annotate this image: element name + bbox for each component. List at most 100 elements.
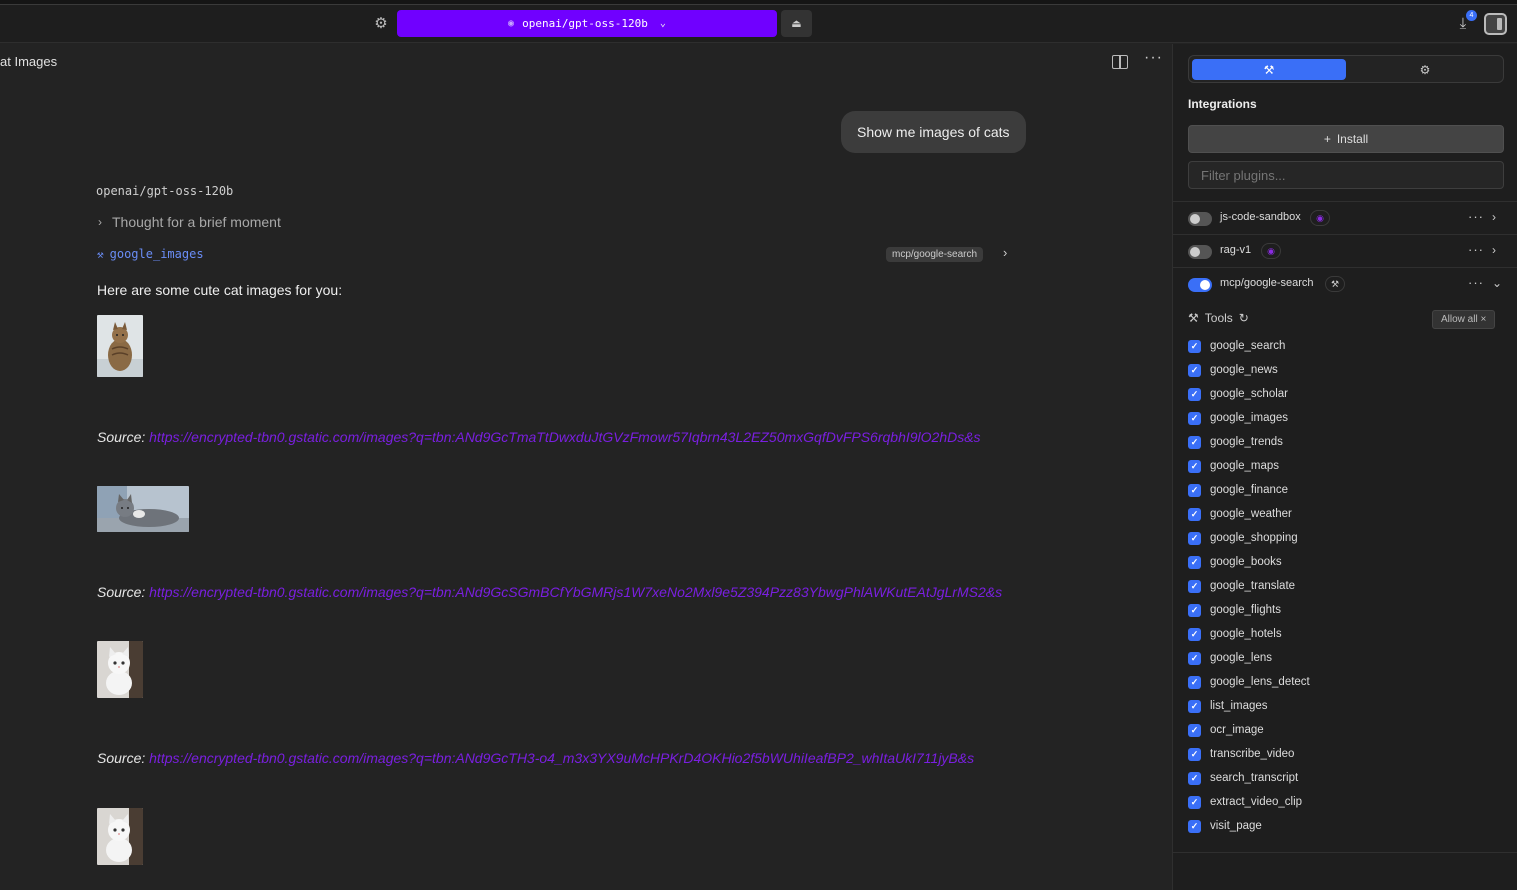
plugin-toggle[interactable] xyxy=(1188,212,1212,226)
tools-label: Tools xyxy=(1204,311,1233,325)
tool-item[interactable]: ✓ ocr_image xyxy=(1188,718,1264,742)
eye-icon: ◉ xyxy=(1310,210,1330,226)
tool-item[interactable]: ✓ google_scholar xyxy=(1188,382,1288,406)
tool-item[interactable]: ✓ google_search xyxy=(1188,334,1285,358)
tool-item[interactable]: ✓ google_books xyxy=(1188,550,1282,574)
user-message: Show me images of cats xyxy=(841,111,1026,153)
tool-item[interactable]: ✓ google_maps xyxy=(1188,454,1279,478)
tool-checkbox[interactable]: ✓ xyxy=(1188,747,1201,761)
tab-settings[interactable]: ⚙ xyxy=(1348,59,1502,80)
source-link[interactable]: https://encrypted-tbn0.gstatic.com/image… xyxy=(149,584,1002,600)
tool-item-label: google_trends xyxy=(1210,436,1283,448)
integrations-sidebar: ⚒ ⚙ Integrations + Install js-code-sandb… xyxy=(1172,44,1517,890)
image-source: Source: https://encrypted-tbn0.gstatic.c… xyxy=(97,425,1017,449)
tool-item[interactable]: ✓ google_hotels xyxy=(1188,622,1282,646)
install-button[interactable]: + Install xyxy=(1188,125,1504,153)
chevron-right-icon[interactable]: › xyxy=(1492,210,1496,224)
tool-item-label: visit_page xyxy=(1210,820,1262,832)
chevron-right-icon[interactable]: › xyxy=(1492,243,1496,257)
tool-checkbox[interactable]: ✓ xyxy=(1188,675,1201,689)
chevron-down-icon[interactable]: ⌄ xyxy=(1492,276,1502,290)
tool-checkbox[interactable]: ✓ xyxy=(1188,531,1201,545)
source-label: Source: xyxy=(97,584,146,600)
eye-icon: ◉ xyxy=(508,18,515,29)
source-link[interactable]: https://encrypted-tbn0.gstatic.com/image… xyxy=(149,429,980,445)
plugin-row[interactable]: mcp/google-search ⚒ ··· ⌄ xyxy=(1173,267,1517,300)
chevron-right-icon[interactable]: › xyxy=(1003,245,1007,260)
tool-item[interactable]: ✓ transcribe_video xyxy=(1188,742,1294,766)
tool-item[interactable]: ✓ list_images xyxy=(1188,694,1268,718)
tool-checkbox[interactable]: ✓ xyxy=(1188,723,1201,737)
tool-item-label: google_translate xyxy=(1210,580,1296,592)
tool-item[interactable]: ✓ google_weather xyxy=(1188,502,1292,526)
tool-checkbox[interactable]: ✓ xyxy=(1188,795,1201,809)
tool-checkbox[interactable]: ✓ xyxy=(1188,435,1201,449)
tool-call[interactable]: ⚒ google_images xyxy=(97,247,204,261)
tool-item[interactable]: ✓ google_images xyxy=(1188,406,1288,430)
plugin-row[interactable]: js-code-sandbox ◉ ··· › xyxy=(1173,201,1517,234)
tab-integrations[interactable]: ⚒ xyxy=(1192,59,1346,80)
tool-checkbox[interactable]: ✓ xyxy=(1188,627,1201,641)
tool-checkbox[interactable]: ✓ xyxy=(1188,387,1201,401)
tool-item[interactable]: ✓ google_finance xyxy=(1188,478,1288,502)
tool-item[interactable]: ✓ google_translate xyxy=(1188,574,1295,598)
tool-checkbox[interactable]: ✓ xyxy=(1188,483,1201,497)
tool-item[interactable]: ✓ google_lens xyxy=(1188,646,1272,670)
tool-checkbox[interactable]: ✓ xyxy=(1188,459,1201,473)
tool-item[interactable]: ✓ extract_video_clip xyxy=(1188,790,1302,814)
panel-toggle-button[interactable] xyxy=(1484,13,1507,35)
sidebar-heading: Integrations xyxy=(1188,97,1257,111)
tool-checkbox[interactable]: ✓ xyxy=(1188,771,1201,785)
allow-all-button[interactable]: Allow all × xyxy=(1432,310,1496,329)
plugin-toggle[interactable] xyxy=(1188,245,1212,259)
allow-all-label: Allow all xyxy=(1441,314,1478,325)
tool-item-label: google_weather xyxy=(1210,508,1292,520)
tool-item[interactable]: ✓ google_flights xyxy=(1188,598,1281,622)
tool-checkbox[interactable]: ✓ xyxy=(1188,555,1201,569)
tool-checkbox[interactable]: ✓ xyxy=(1188,411,1201,425)
more-options-icon[interactable]: ··· xyxy=(1468,242,1484,257)
tool-item[interactable]: ✓ google_trends xyxy=(1188,430,1283,454)
gear-icon[interactable]: ⚙ xyxy=(372,15,390,33)
tool-checkbox[interactable]: ✓ xyxy=(1188,819,1201,833)
thought-toggle[interactable]: › Thought for a brief moment xyxy=(98,214,281,230)
tool-checkbox[interactable]: ✓ xyxy=(1188,699,1201,713)
refresh-icon[interactable]: ↻ xyxy=(1239,311,1249,325)
tool-item-label: extract_video_clip xyxy=(1210,796,1303,808)
tool-checkbox[interactable]: ✓ xyxy=(1188,339,1201,353)
cat-image[interactable] xyxy=(97,315,143,377)
source-link[interactable]: https://encrypted-tbn0.gstatic.com/image… xyxy=(149,750,974,766)
hammer-icon: ⚒ xyxy=(97,247,104,261)
cat-image[interactable] xyxy=(97,641,143,698)
tool-item[interactable]: ✓ google_news xyxy=(1188,358,1278,382)
plugin-row[interactable]: rag-v1 ◉ ··· › xyxy=(1173,234,1517,267)
tool-item[interactable]: ✓ google_shopping xyxy=(1188,526,1298,550)
filter-plugins-input[interactable] xyxy=(1188,161,1504,189)
tool-checkbox[interactable]: ✓ xyxy=(1188,579,1201,593)
cat-image[interactable] xyxy=(97,808,143,865)
more-options-icon[interactable]: ··· xyxy=(1468,209,1484,224)
plugin-name: js-code-sandbox xyxy=(1220,211,1301,223)
tool-checkbox[interactable]: ✓ xyxy=(1188,363,1201,377)
tool-checkbox[interactable]: ✓ xyxy=(1188,651,1201,665)
hammer-icon: ⚒ xyxy=(1263,62,1275,77)
tool-item[interactable]: ✓ google_lens_detect xyxy=(1188,670,1310,694)
tool-checkbox[interactable]: ✓ xyxy=(1188,603,1201,617)
model-selector[interactable]: ◉ openai/gpt-oss-120b ⌄ xyxy=(397,10,777,37)
more-options-icon[interactable]: ··· xyxy=(1144,49,1163,67)
plugin-toggle[interactable] xyxy=(1188,278,1212,292)
tool-item-label: transcribe_video xyxy=(1210,748,1295,760)
tool-item[interactable]: ✓ search_transcript xyxy=(1188,766,1298,790)
tool-source-badge: mcp/google-search xyxy=(886,247,984,262)
tool-call-name: google_images xyxy=(109,247,204,261)
tool-item-label: google_search xyxy=(1210,340,1286,352)
cat-image[interactable] xyxy=(97,486,189,532)
tool-checkbox[interactable]: ✓ xyxy=(1188,507,1201,521)
more-options-icon[interactable]: ··· xyxy=(1468,275,1484,290)
tool-item-label: google_finance xyxy=(1210,484,1289,496)
tool-item[interactable]: ✓ visit_page xyxy=(1188,814,1262,838)
sidebar-tabs: ⚒ ⚙ xyxy=(1188,55,1504,83)
eject-button[interactable]: ⏏ xyxy=(781,10,812,37)
split-view-icon[interactable] xyxy=(1112,55,1128,69)
tool-item-label: google_images xyxy=(1210,412,1289,424)
